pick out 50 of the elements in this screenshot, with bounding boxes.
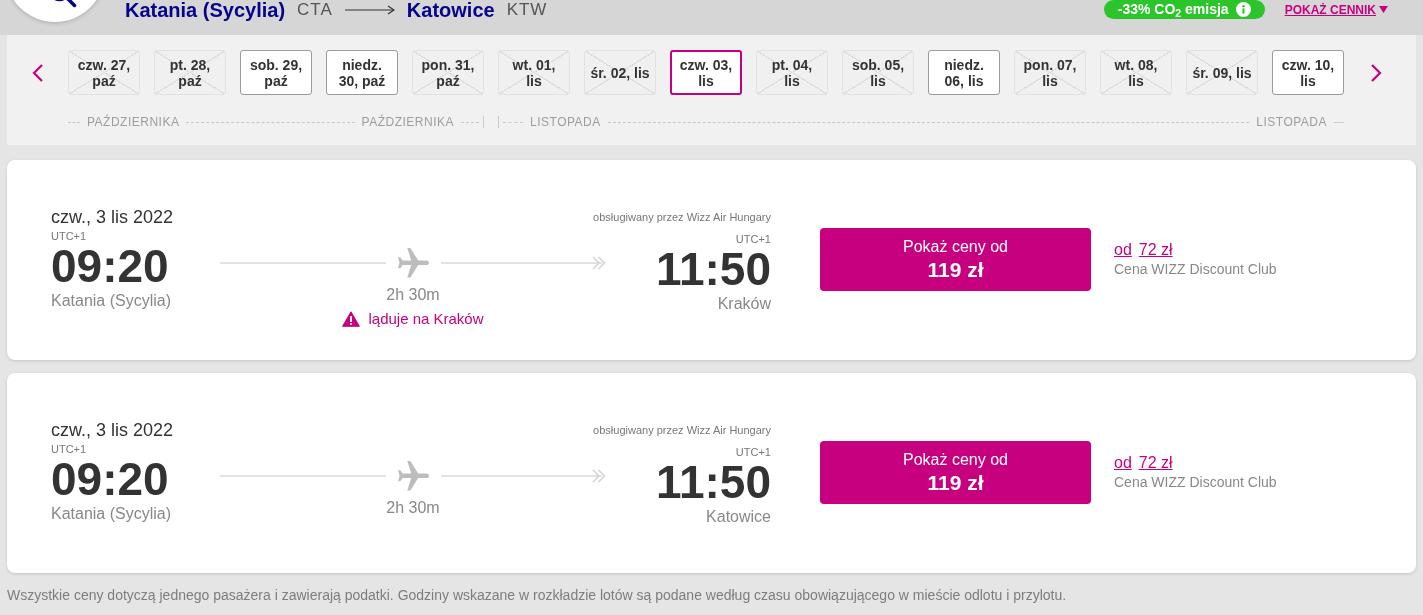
club-price-link[interactable]: 72 zł bbox=[1138, 453, 1173, 473]
from-link[interactable]: od bbox=[1114, 453, 1132, 473]
airplane-icon bbox=[397, 460, 429, 492]
date-button[interactable]: sob. 29, paź bbox=[240, 50, 312, 95]
timezone-label: UTC+1 bbox=[735, 446, 771, 459]
flight-date: czw., 3 lis 2022 bbox=[51, 206, 174, 228]
departure-time: 09:20 bbox=[51, 243, 169, 289]
show-prices-button[interactable]: Pokaż ceny od 119 zł bbox=[820, 228, 1091, 291]
flight-duration: 2h 30m bbox=[386, 286, 440, 304]
month-label: LISTOPADA bbox=[1256, 115, 1327, 129]
arrival-city: Katowice bbox=[706, 507, 771, 527]
timezone-label: UTC+1 bbox=[735, 233, 771, 246]
price-list-link[interactable]: POKAŻ CENNIK bbox=[1284, 0, 1388, 19]
airport-code: KTW bbox=[506, 0, 548, 20]
from-link[interactable]: od bbox=[1114, 240, 1132, 260]
date-button[interactable]: niedz. 06, lis bbox=[928, 50, 1000, 95]
date-button[interactable]: czw. 10, lis bbox=[1272, 50, 1344, 95]
origin-city: Katania (Sycylia) bbox=[125, 0, 286, 20]
arrival-time: 11:50 bbox=[655, 459, 771, 505]
operator-label: obsługiwany przez Wizz Air Hungary bbox=[593, 211, 771, 224]
departure-time: 09:20 bbox=[51, 456, 169, 502]
chevron-right-icon[interactable] bbox=[1370, 62, 1382, 83]
long-arrow-icon bbox=[344, 5, 395, 15]
airport-code: CTA bbox=[297, 0, 333, 20]
club-price-label: Cena WIZZ Discount Club bbox=[1114, 260, 1277, 278]
arrival-time: 11:50 bbox=[655, 246, 771, 292]
arrival-city: Kraków bbox=[717, 294, 771, 314]
chevron-left-icon[interactable] bbox=[31, 62, 44, 83]
timezone-label: UTC+1 bbox=[51, 443, 87, 456]
departure-city: Katania (Sycylia) bbox=[51, 291, 172, 311]
flight-duration: 2h 30m bbox=[386, 499, 440, 517]
show-prices-button[interactable]: Pokaż ceny od 119 zł bbox=[820, 441, 1091, 504]
date-button[interactable]: czw. 03, lis bbox=[670, 50, 742, 95]
operator-label: obsługiwany przez Wizz Air Hungary bbox=[593, 424, 771, 437]
warning-icon bbox=[342, 311, 361, 327]
departure-city: Katania (Sycylia) bbox=[51, 504, 172, 524]
date-button[interactable]: niedz. 30, paź bbox=[326, 50, 398, 95]
timezone-label: UTC+1 bbox=[51, 230, 87, 243]
month-label: LISTOPADA bbox=[530, 115, 601, 129]
club-price-link[interactable]: 72 zł bbox=[1138, 240, 1173, 260]
month-label: PAŹDZIERNIKA bbox=[87, 115, 180, 129]
footer-note: Wszystkie ceny dotyczą jednego pasażera i zawierają podatki. Godziny wskazane w rozkładzie lotów są podane według czasu obowiązującego w mieście odlotu i przylotu. bbox=[7, 586, 1068, 605]
flight-date: czw., 3 lis 2022 bbox=[51, 419, 174, 441]
club-price-label: Cena WIZZ Discount Club bbox=[1114, 473, 1277, 491]
destination-city: Katowice bbox=[406, 0, 495, 20]
caret-down-icon bbox=[1379, 6, 1388, 13]
landing-warning: ląduje na Kraków bbox=[368, 310, 484, 328]
airplane-icon bbox=[397, 247, 429, 279]
month-label: PAŹDZIERNIKA bbox=[361, 115, 454, 129]
co2-emission-text: -33% CO$_{2}$ emisja bbox=[1117, 0, 1229, 19]
